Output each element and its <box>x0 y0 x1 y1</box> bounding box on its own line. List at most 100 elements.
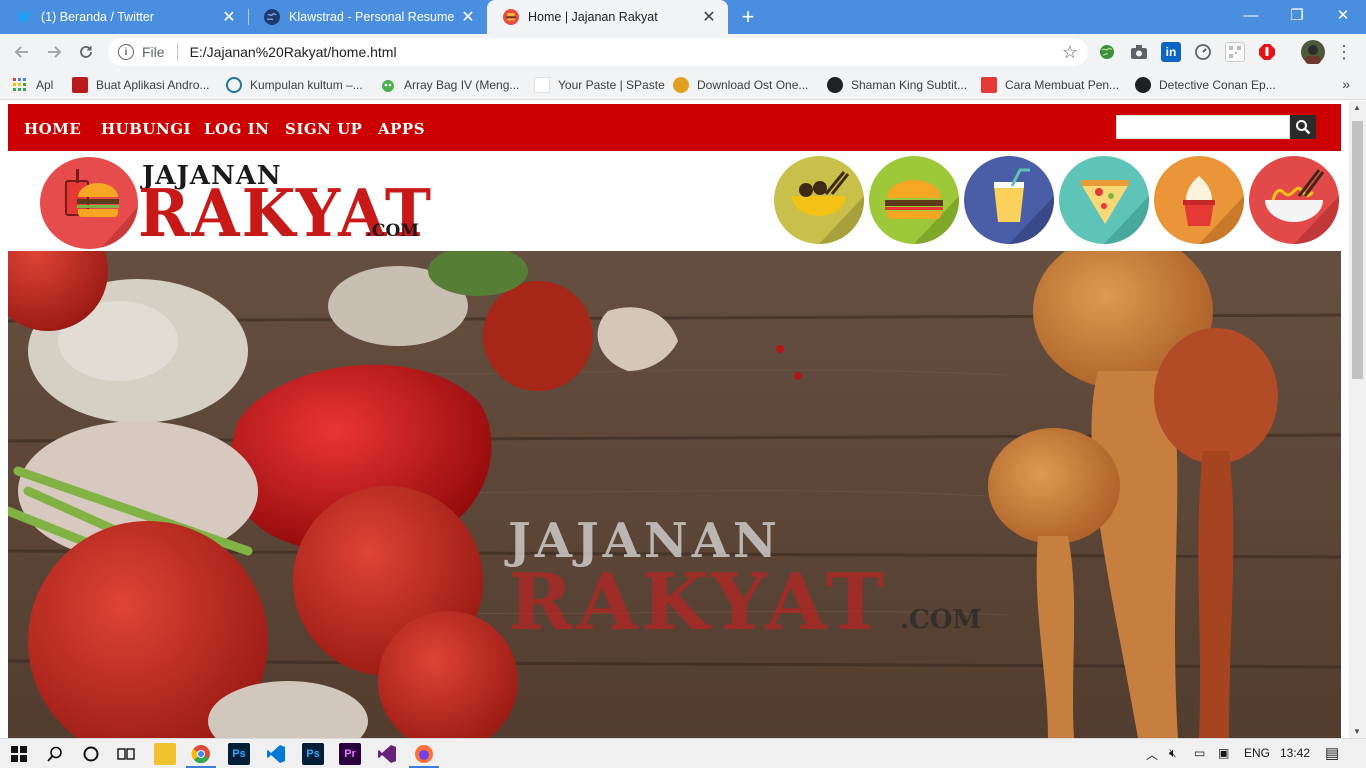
visual-studio-icon[interactable] <box>376 743 398 765</box>
ramen-icon[interactable] <box>1249 156 1339 244</box>
new-tab-button[interactable]: + <box>736 4 760 29</box>
tab-klawstrad[interactable]: Klawstrad - Personal Resume ✕ <box>248 0 487 34</box>
chrome-icon[interactable] <box>190 743 212 765</box>
network-icon[interactable]: ▣ <box>1218 746 1229 760</box>
address-divider <box>176 44 178 60</box>
scrollbar-thumb[interactable] <box>1352 121 1363 379</box>
file-explorer-icon[interactable] <box>154 743 176 765</box>
site-logo[interactable]: JAJANAN RAKYAT .COM <box>40 155 431 252</box>
reload-button[interactable] <box>74 40 98 64</box>
pizza-icon[interactable] <box>1059 156 1149 244</box>
premiere-icon[interactable]: Pr <box>339 743 361 765</box>
nav-login[interactable]: LOG IN <box>204 120 269 138</box>
forward-button[interactable] <box>42 40 66 64</box>
bookmarks-bar: Apl Buat Aplikasi Andro... Kumpulan kult… <box>0 70 1366 100</box>
task-view-icon[interactable] <box>115 743 137 765</box>
bookmark-label: Array Bag IV (Meng... <box>404 78 520 92</box>
page-scrollbar[interactable]: ▲ ▼ <box>1349 101 1366 738</box>
site-search-button[interactable] <box>1290 115 1316 139</box>
logo-text-suffix: .COM <box>366 221 420 241</box>
tab-twitter[interactable]: (1) Beranda / Twitter ✕ <box>0 0 248 34</box>
language-indicator[interactable]: ENG <box>1244 746 1270 760</box>
adblock-extension-icon[interactable] <box>1257 42 1277 62</box>
nav-home[interactable]: HOME <box>24 120 81 138</box>
noodle-bowl-icon[interactable] <box>774 156 864 244</box>
bookmark-label: Kumpulan kultum –... <box>250 78 363 92</box>
bookmark-item[interactable]: Apl <box>12 76 53 94</box>
wordpress-icon <box>226 77 242 93</box>
bookmark-label: Shaman King Subtit... <box>851 78 968 92</box>
address-bar[interactable]: i File E:/Jajanan%20Rakyat/home.html ☆ <box>108 38 1088 66</box>
menu-kebab-icon[interactable]: ⋮ <box>1334 42 1354 62</box>
nav-signup[interactable]: SIGN UP <box>285 120 362 138</box>
firefox-icon[interactable] <box>413 743 435 765</box>
address-scheme: File <box>142 44 165 60</box>
bookmark-item[interactable]: Kumpulan kultum –... <box>226 76 363 94</box>
bookmark-label: Download Ost One... <box>697 78 809 92</box>
bookmark-item[interactable]: Download Ost One... <box>673 76 808 94</box>
camera-extension-icon[interactable] <box>1129 42 1149 62</box>
linkedin-extension-icon[interactable]: in <box>1161 42 1181 62</box>
battery-icon[interactable]: ▭ <box>1194 746 1205 760</box>
restore-button[interactable]: ❐ <box>1274 0 1320 30</box>
arrow-left-icon <box>14 46 28 58</box>
site-navbar: HOME HUBUNGI LOG IN SIGN UP APPS <box>8 104 1341 151</box>
hero-background-image <box>8 251 1341 738</box>
address-url[interactable]: E:/Jajanan%20Rakyat/home.html <box>190 44 397 60</box>
clock[interactable]: 13:42 <box>1280 746 1310 760</box>
back-button[interactable] <box>10 40 34 64</box>
bookmark-item[interactable]: Cara Membuat Pen... <box>981 76 1119 94</box>
nav-apps[interactable]: APPS <box>378 120 425 138</box>
bookmark-item[interactable]: Detective Conan Ep... <box>1135 76 1276 94</box>
bookmark-item[interactable]: Your Paste | SPaste <box>534 76 665 94</box>
search-icon <box>1296 120 1311 135</box>
close-tab-icon[interactable]: ✕ <box>220 8 238 26</box>
globe-dark-icon <box>1135 77 1151 93</box>
close-tab-icon[interactable]: ✕ <box>459 8 477 26</box>
bookmark-star-icon[interactable]: ☆ <box>1062 42 1078 63</box>
apps-grid-icon <box>12 77 28 93</box>
bookmark-item[interactable]: Buat Aplikasi Andro... <box>72 76 209 94</box>
bookmark-item[interactable]: Array Bag IV (Meng... <box>380 76 519 94</box>
photoshop-icon[interactable]: Ps <box>228 743 250 765</box>
vscode-icon[interactable] <box>265 743 287 765</box>
bookmark-item[interactable]: Shaman King Subtit... <box>827 76 967 94</box>
paste-icon <box>534 77 550 93</box>
reload-icon <box>80 46 92 58</box>
ice-cream-icon[interactable] <box>1154 156 1244 244</box>
windows-start-icon[interactable] <box>8 743 30 765</box>
globe-icon <box>264 9 280 25</box>
burger-favicon-icon <box>503 9 519 25</box>
globe-extension-icon[interactable] <box>1097 42 1117 62</box>
site-search-input[interactable] <box>1116 115 1290 139</box>
speedometer-extension-icon[interactable] <box>1193 42 1213 62</box>
nav-hubungi[interactable]: HUBUNGI <box>101 120 191 138</box>
tray-overflow-icon[interactable]: ︿ <box>1146 746 1158 763</box>
info-icon[interactable]: i <box>118 44 134 60</box>
minimize-button[interactable]: — <box>1228 0 1274 30</box>
cortana-icon[interactable] <box>80 743 102 765</box>
tab-title: Home | Jajanan Rakyat <box>528 10 658 24</box>
burger-icon[interactable] <box>869 156 959 244</box>
bookmark-red-icon <box>72 77 88 93</box>
scroll-down-arrow-icon[interactable]: ▼ <box>1353 727 1361 736</box>
hero-watermark-line2: RAKYAT <box>508 557 889 648</box>
photoshop-2-icon[interactable]: Ps <box>302 743 324 765</box>
music-icon <box>673 77 689 93</box>
profile-avatar[interactable] <box>1301 40 1325 64</box>
volume-muted-icon[interactable]: 🔇︎ <box>1169 746 1177 761</box>
notifications-icon[interactable]: ▤ <box>1325 744 1339 762</box>
tab-title: Klawstrad - Personal Resume <box>289 10 455 24</box>
bookmarks-overflow-button[interactable]: » <box>1342 76 1350 92</box>
logo-burger-icon <box>40 157 138 249</box>
arrow-right-icon <box>48 46 62 58</box>
scroll-up-arrow-icon[interactable]: ▲ <box>1353 103 1361 112</box>
close-window-button[interactable]: ✕ <box>1320 0 1366 30</box>
globe-dark-icon <box>827 77 843 93</box>
tab-jajanan-rakyat[interactable]: Home | Jajanan Rakyat ✕ <box>487 0 728 34</box>
bookmark-label: Your Paste | SPaste <box>558 78 665 92</box>
search-icon[interactable] <box>44 743 66 765</box>
qr-extension-icon[interactable] <box>1225 42 1245 62</box>
drink-icon[interactable] <box>964 156 1054 244</box>
close-tab-icon[interactable]: ✕ <box>700 8 718 26</box>
